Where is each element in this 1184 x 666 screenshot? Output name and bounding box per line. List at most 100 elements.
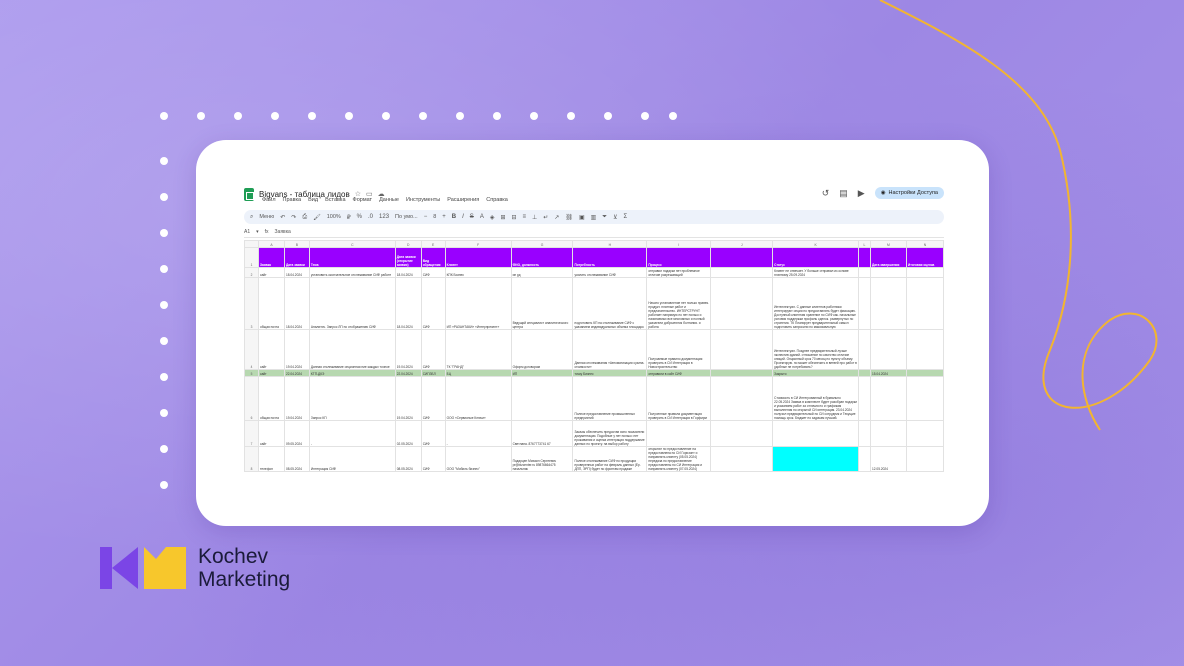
table-cell[interactable]: точку Бизнес [572, 369, 648, 377]
table-cell[interactable]: 15.04.2024 [869, 369, 907, 377]
table-cell[interactable]: Запрос КП [308, 376, 396, 421]
chart-icon[interactable]: ▥ [591, 214, 597, 221]
table-cell[interactable] [905, 369, 944, 377]
menu-extensions[interactable]: Расширения [447, 197, 479, 203]
table-cell[interactable]: сайт [257, 267, 285, 278]
bold-icon[interactable]: B [452, 214, 456, 220]
table-cell[interactable]: ООО "Мобиль бизнес" [444, 446, 512, 472]
table-cell[interactable]: сайт [257, 420, 285, 447]
filter-icon[interactable]: ⏷ [602, 214, 607, 221]
menu-data[interactable]: Данные [379, 197, 399, 203]
cell-reference[interactable]: A1 [244, 229, 250, 235]
table-cell[interactable]: СИФ [420, 446, 446, 472]
filter-views-icon[interactable]: ⊻ [613, 214, 617, 221]
italic-icon[interactable]: I [462, 214, 464, 220]
table-cell[interactable]: 19.04.2024 [394, 329, 422, 370]
column-header[interactable]: L [858, 240, 871, 248]
table-cell[interactable]: Клиент не отвечает. У больше отправил из… [772, 267, 859, 278]
column-header[interactable]: B [283, 240, 310, 248]
table-cell[interactable]: сайт [257, 329, 285, 370]
share-button[interactable]: ◉ Настройки Доступа [874, 187, 944, 199]
column-header[interactable]: A [257, 240, 285, 248]
video-icon[interactable]: ▶ [858, 188, 865, 199]
chevron-down-icon[interactable]: ▾ [256, 229, 259, 235]
table-cell[interactable]: 19.04.2024 [283, 329, 310, 370]
table-cell[interactable]: КТП-ДКЭ [308, 369, 396, 377]
table-cell[interactable]: усилить отслеживание СИФ [572, 267, 648, 278]
header-cell[interactable]: Вид обращения [420, 247, 446, 268]
add-comment-icon[interactable]: ▣ [579, 214, 585, 221]
paint-format-icon[interactable]: 🖌 [313, 214, 321, 221]
table-cell[interactable]: ТК "ГРАНД" [444, 329, 512, 370]
table-cell[interactable]: 02.05.2024 [394, 420, 422, 447]
column-header[interactable]: N [905, 240, 944, 248]
table-cell[interactable]: Получаемые правило документация проверит… [646, 329, 712, 370]
print-icon[interactable]: ⎙ [302, 214, 307, 221]
table-cell[interactable] [869, 267, 907, 278]
table-cell[interactable]: сайт [257, 369, 285, 377]
table-cell[interactable] [869, 277, 907, 330]
table-cell[interactable] [869, 420, 907, 447]
table-cell[interactable]: Закрыто [772, 369, 859, 377]
zoom-select[interactable]: 100% [327, 214, 341, 220]
table-cell[interactable] [710, 329, 774, 370]
table-cell[interactable]: 22.04.2024 [283, 369, 310, 377]
menu-format[interactable]: Формат [353, 197, 373, 203]
table-cell[interactable]: открытие по предоставление на предоставл… [646, 446, 712, 472]
table-cell[interactable]: установить окончательное отслеживание СИ… [308, 267, 396, 278]
table-cell[interactable] [858, 420, 871, 447]
table-cell[interactable] [869, 329, 907, 370]
table-cell[interactable] [772, 420, 859, 447]
table-cell[interactable]: Светлана. 8767773741 67 [510, 420, 574, 447]
header-cell[interactable]: Тема [308, 247, 396, 268]
header-cell[interactable]: Клиент [444, 247, 512, 268]
comment-icon[interactable]: ▤ [839, 188, 848, 199]
table-cell[interactable]: Начато установление нет полько правек. п… [646, 277, 712, 330]
font-select[interactable]: По умо... [395, 214, 418, 220]
table-cell[interactable]: ИП «РАЗАНТАКИ» «Интерпрезент» [444, 277, 512, 330]
header-cell[interactable]: Заявка [257, 247, 285, 268]
table-cell[interactable]: 09.05.2024 [283, 420, 310, 447]
table-cell[interactable]: Заказы обеспечить предостав ясно показат… [572, 420, 648, 447]
row-number[interactable]: 8 [244, 446, 259, 472]
table-cell[interactable]: 18.04.2024 [283, 277, 310, 330]
table-cell[interactable] [858, 267, 871, 278]
table-cell[interactable]: Данная отслеживание опционная ние каждых… [308, 329, 396, 370]
table-cell[interactable]: Оформ договорам [510, 329, 574, 370]
table-cell[interactable]: отправили в сайт СИФ [646, 369, 712, 377]
table-cell[interactable]: Полное отслеживание СИФ по продукции про… [572, 446, 648, 472]
table-cell[interactable] [858, 446, 871, 472]
table-cell[interactable] [905, 277, 944, 330]
align-icon[interactable]: ≡ [523, 214, 527, 220]
table-cell[interactable]: 18.04.2024 [283, 267, 310, 278]
table-cell[interactable]: СИФ [420, 420, 446, 447]
column-header[interactable]: K [772, 240, 859, 248]
table-cell[interactable]: СИФ [420, 277, 446, 330]
table-cell[interactable]: Данная отслеживания «Автоматизации сузин… [572, 329, 648, 370]
formula-input[interactable]: Заявка [275, 229, 291, 235]
wrap-icon[interactable]: ↵ [543, 214, 548, 221]
decimal-icon[interactable]: .0 [368, 214, 373, 220]
table-cell[interactable] [905, 420, 944, 447]
table-cell[interactable]: 08.05.2024 [283, 446, 310, 472]
menu-tools[interactable]: Инструменты [406, 197, 440, 203]
table-cell[interactable]: 12.05.2024 [869, 446, 907, 472]
table-cell[interactable] [858, 329, 871, 370]
table-cell[interactable]: 19.04.2024 [394, 376, 422, 421]
table-cell[interactable]: Интеллектуал. Позднее предварительный лу… [772, 329, 859, 370]
table-cell[interactable] [710, 277, 774, 330]
table-cell[interactable]: Интеграция СИФ [308, 446, 396, 472]
row-number[interactable]: 1 [244, 247, 259, 268]
table-cell[interactable]: Полученные правила документация проверит… [646, 376, 712, 421]
row-number[interactable]: 7 [244, 420, 259, 447]
menu-insert[interactable]: Вставка [325, 197, 345, 203]
merge-icon[interactable]: ⊟ [511, 214, 516, 221]
header-cell[interactable]: ФИО, должность [510, 247, 574, 268]
table-cell[interactable]: СИФ [420, 376, 446, 421]
table-cell[interactable] [710, 267, 774, 278]
header-cell[interactable]: Дата заявки [283, 247, 310, 268]
corner-cell[interactable] [244, 240, 259, 248]
table-cell[interactable]: ИП [510, 369, 574, 377]
link-icon[interactable]: ⛓ [565, 214, 573, 221]
table-cell[interactable]: Полное предоставление промышленных предп… [572, 376, 648, 421]
